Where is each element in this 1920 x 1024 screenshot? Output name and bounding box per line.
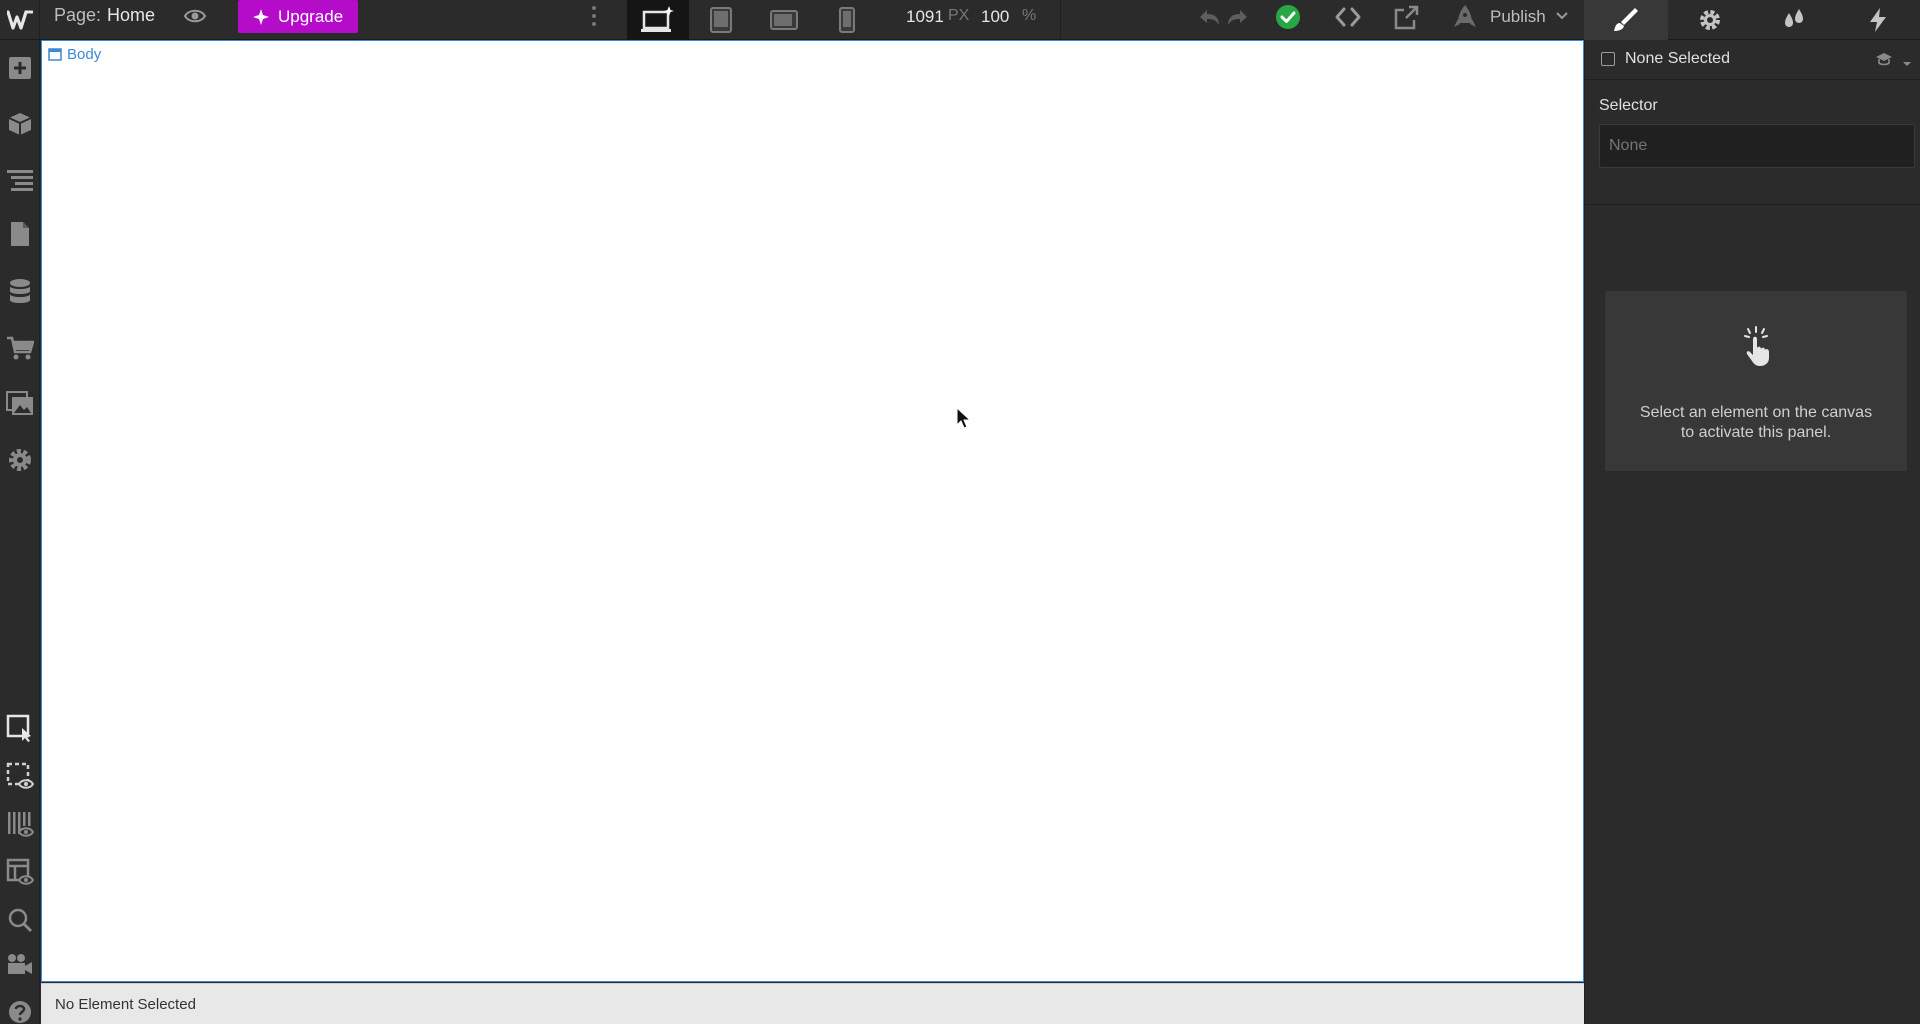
video-tutorials-icon[interactable] [0, 946, 40, 982]
tab-style[interactable] [1584, 0, 1668, 40]
site-status-check-icon[interactable] [1274, 3, 1302, 36]
droplets-icon [1785, 9, 1803, 27]
panel-tabs [1584, 0, 1920, 40]
phone-landscape-icon [770, 10, 798, 30]
tap-pointer-icon [1739, 325, 1773, 372]
search-icon[interactable] [0, 902, 40, 938]
code-editor-icon[interactable] [1333, 3, 1363, 36]
chevron-down-icon[interactable] [1902, 55, 1912, 73]
canvas-zoom-unit: % [1022, 7, 1037, 24]
tablet-icon [710, 7, 732, 33]
publish-rocket-icon[interactable] [1452, 3, 1478, 36]
assets-images-icon[interactable] [0, 386, 40, 422]
upgrade-button[interactable]: Upgrade [238, 0, 358, 33]
tab-settings[interactable] [1668, 0, 1752, 40]
page-name-dropdown[interactable]: Home [107, 6, 155, 24]
select-cursor-icon[interactable] [0, 710, 40, 746]
webflow-logo-icon[interactable] [0, 0, 40, 40]
body-element-label[interactable]: Body [48, 46, 101, 63]
publish-label[interactable]: Publish [1490, 7, 1546, 27]
canvas-width-value[interactable]: 1091 [906, 7, 944, 27]
empty-state-message: Select an element on the canvas to activ… [1621, 403, 1891, 443]
redo-icon[interactable] [1225, 5, 1251, 34]
empty-state-card: Select an element on the canvas to activ… [1605, 291, 1907, 471]
canvas-width-unit: PX [948, 7, 970, 24]
selector-title: Selector [1599, 97, 1658, 114]
breakpoint-tablet-button[interactable] [690, 0, 752, 40]
top-toolbar: Page: Home Upgrade 1091 PX 100 % Publish [0, 0, 1584, 40]
pages-icon[interactable] [0, 216, 40, 252]
style-panel: None Selected Selector Select an element… [1584, 40, 1920, 1024]
sparkle-icon [253, 8, 269, 25]
show-hidden-elements-icon[interactable] [0, 758, 40, 794]
more-options-icon[interactable] [586, 2, 602, 32]
chevron-down-icon[interactable] [1555, 8, 1569, 27]
breakpoint-desktop-button[interactable] [627, 0, 689, 40]
empty-message-line2: to activate this panel. [1680, 424, 1832, 441]
navigator-icon[interactable] [0, 162, 40, 198]
help-icon[interactable] [0, 994, 40, 1024]
preview-layout-icon[interactable] [0, 854, 40, 890]
add-elements-icon[interactable] [0, 50, 40, 86]
paintbrush-icon [1614, 8, 1638, 31]
preview-eye-icon[interactable] [182, 3, 208, 29]
breakpoint-mobile-portrait-button[interactable] [816, 0, 878, 40]
page-label: Page: [54, 5, 102, 25]
selection-row: None Selected [1585, 40, 1920, 80]
canvas-zoom-value[interactable]: 100 [981, 7, 1009, 27]
ecommerce-cart-icon[interactable] [0, 330, 40, 366]
settings-gear-icon[interactable] [0, 442, 40, 478]
body-tag-text: Body [67, 46, 102, 63]
selector-input[interactable] [1599, 124, 1915, 168]
upgrade-label: Upgrade [278, 6, 344, 26]
tab-interactions[interactable] [1836, 0, 1920, 40]
selection-checkbox[interactable] [1601, 52, 1615, 66]
undo-icon[interactable] [1196, 5, 1222, 34]
breadcrumb-status-bar: No Element Selected [41, 983, 1584, 1024]
phone-portrait-icon [839, 7, 855, 33]
desktop-star-icon [641, 6, 674, 32]
breakpoint-mobile-landscape-button[interactable] [753, 0, 815, 40]
selection-label: None Selected [1625, 50, 1730, 67]
symbols-cube-icon[interactable] [0, 106, 40, 142]
empty-message-line1: Select an element on the canvas [1639, 404, 1873, 421]
design-canvas[interactable]: Body [41, 40, 1584, 982]
cms-database-icon[interactable] [0, 274, 40, 310]
graduation-cap-icon[interactable] [1875, 52, 1893, 71]
tab-style-manager[interactable] [1752, 0, 1836, 40]
x-ray-columns-icon[interactable] [0, 806, 40, 842]
lightning-icon [1870, 8, 1886, 32]
designer-app: Page: Home Upgrade 1091 PX 100 % Publish… [0, 0, 1920, 1024]
left-sidebar [0, 40, 40, 1024]
gear-icon [1700, 10, 1720, 30]
toolbar-divider [1060, 0, 1061, 40]
body-element-icon [48, 48, 62, 61]
selection-status: No Element Selected [55, 996, 196, 1013]
export-code-icon[interactable] [1392, 2, 1422, 37]
mouse-cursor-icon [956, 406, 972, 436]
panel-divider [1585, 204, 1920, 205]
